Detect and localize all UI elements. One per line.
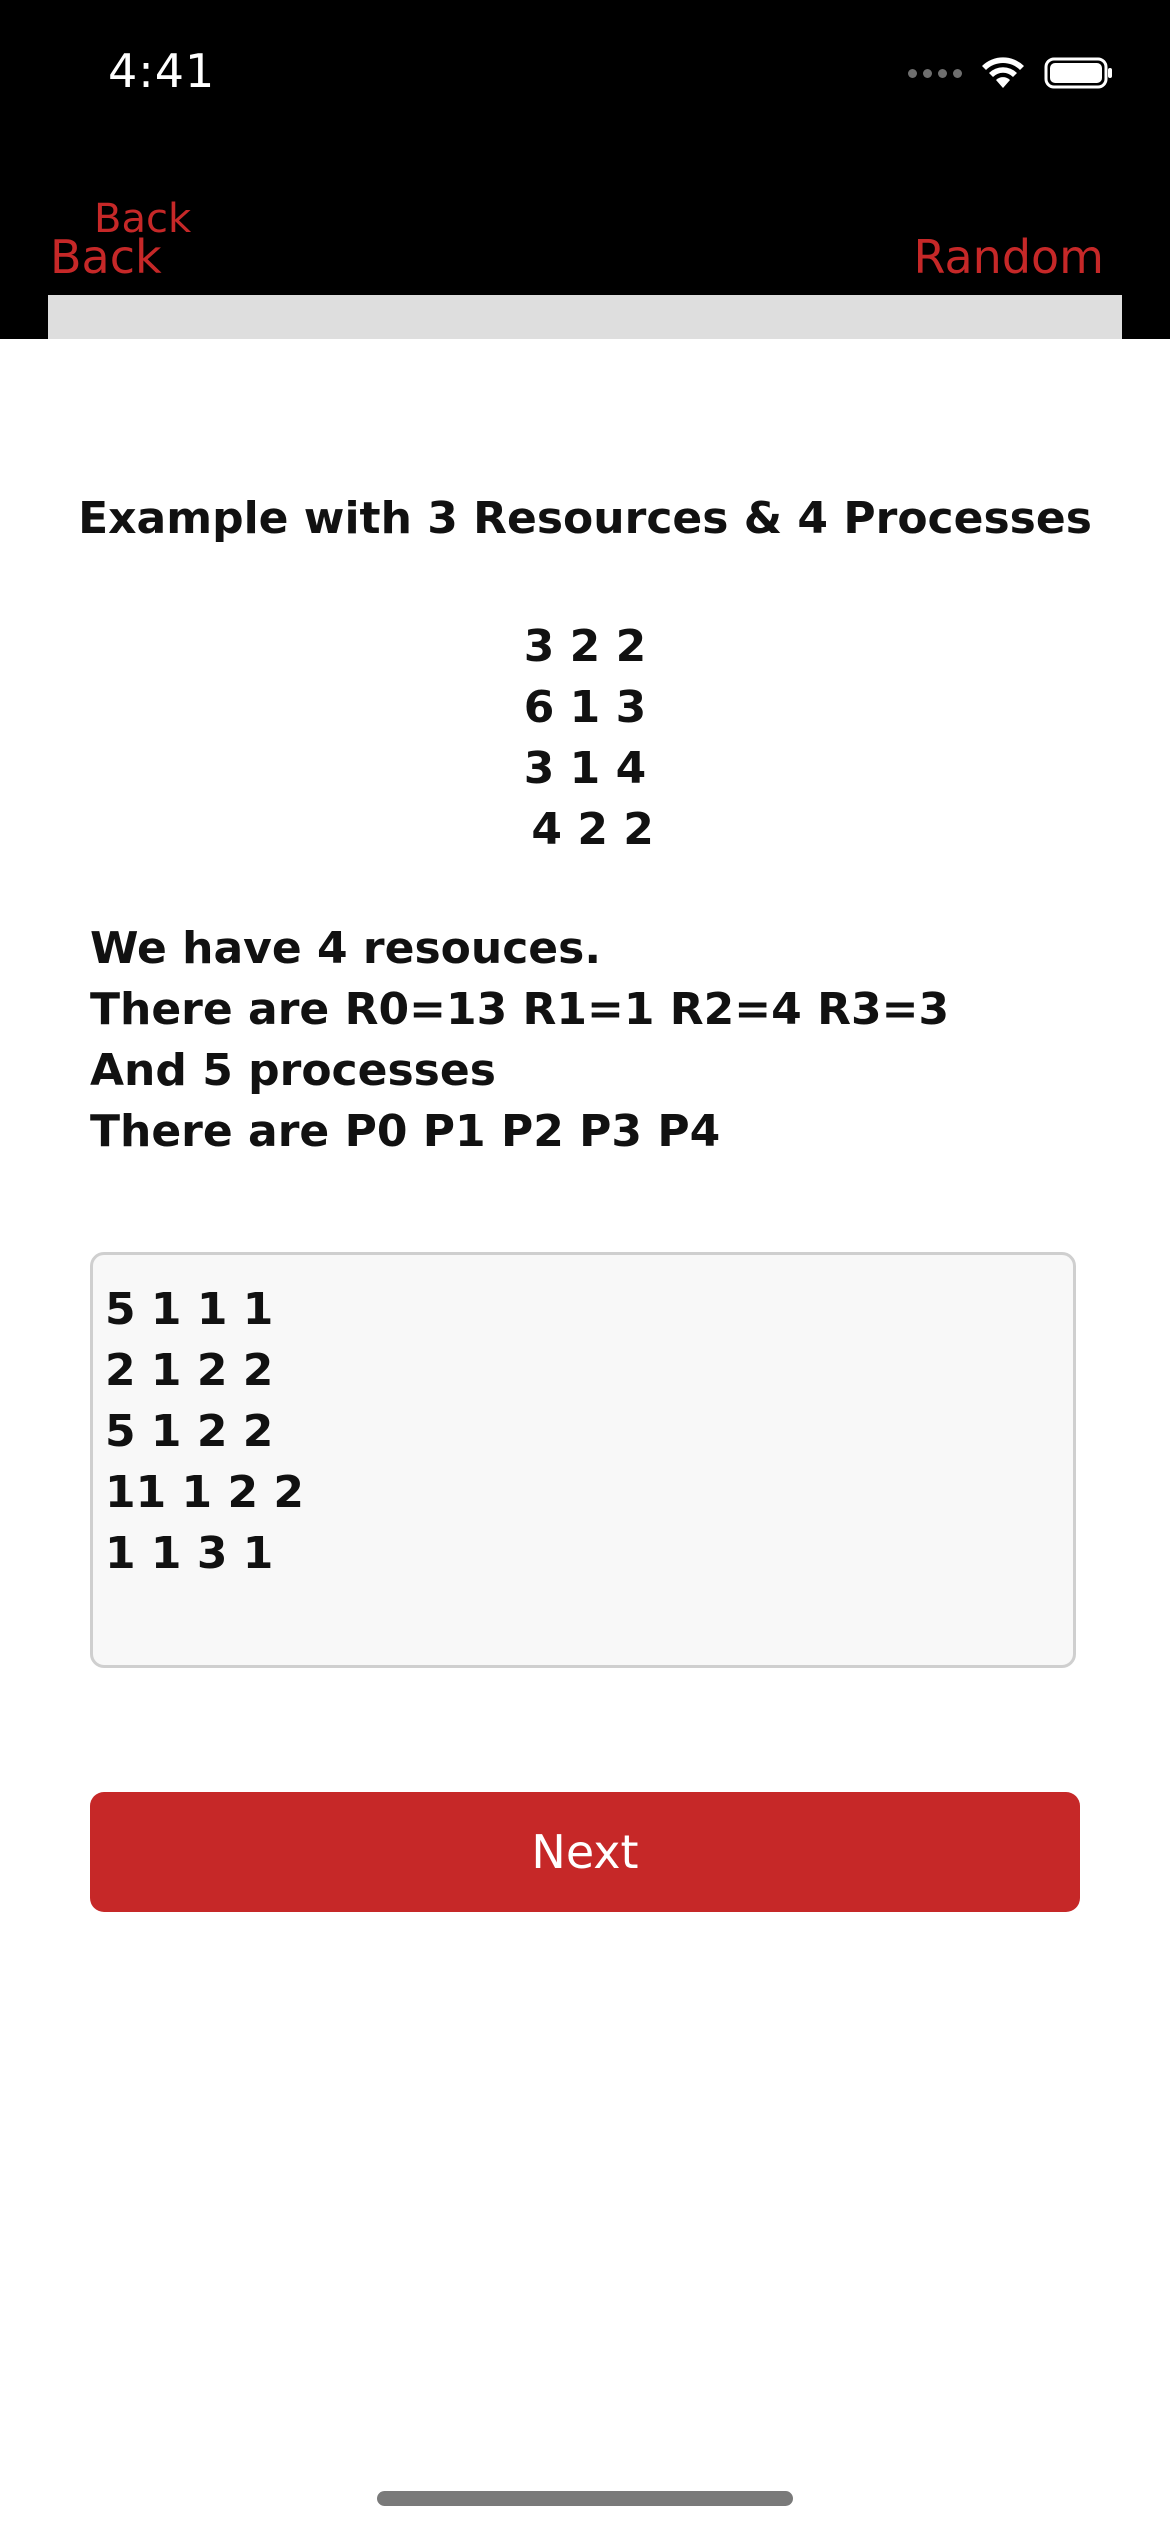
wifi-icon: [980, 56, 1026, 90]
input-line: 11 1 2 2: [105, 1467, 305, 1518]
info-line: There are P0 P1 P2 P3 P4: [90, 1106, 721, 1157]
nav-strip: [48, 295, 1122, 339]
status-time: 4:41: [108, 44, 216, 98]
matrix-row: 3 1 4: [523, 743, 647, 794]
info-text: We have 4 resouces. There are R0=13 R1=1…: [90, 918, 949, 1162]
matrix-row: 6 1 3: [523, 682, 647, 733]
input-line: 2 1 2 2: [105, 1345, 274, 1396]
back-button[interactable]: Back: [50, 230, 162, 284]
example-matrix: 3 2 2 6 1 3 3 1 4 4 2 2: [0, 616, 1170, 860]
screen: 4:41 Back Back Random Example with 3 Res…: [0, 0, 1170, 2532]
matrix-row: 4 2 2: [516, 804, 654, 855]
example-title: Example with 3 Resources & 4 Processes: [78, 493, 1092, 544]
next-button[interactable]: Next: [90, 1792, 1080, 1912]
input-line: 1 1 3 1: [105, 1528, 274, 1579]
info-line: We have 4 resouces.: [90, 923, 602, 974]
matrix-row: 3 2 2: [523, 621, 647, 672]
input-line: 5 1 2 2: [105, 1406, 274, 1457]
random-button[interactable]: Random: [914, 230, 1104, 284]
cellular-signal-icon: [908, 68, 962, 78]
input-line: 5 1 1 1: [105, 1284, 274, 1335]
info-line: There are R0=13 R1=1 R2=4 R3=3: [90, 984, 950, 1035]
info-line: And 5 processes: [90, 1045, 496, 1096]
top-header: 4:41 Back Back Random: [0, 0, 1170, 339]
home-indicator[interactable]: [377, 2491, 793, 2506]
status-icons: [908, 56, 1114, 90]
matrix-input[interactable]: 5 1 1 1 2 1 2 2 5 1 2 2 11 1 2 2 1 1 3 1: [90, 1252, 1076, 1668]
battery-icon: [1044, 56, 1114, 90]
